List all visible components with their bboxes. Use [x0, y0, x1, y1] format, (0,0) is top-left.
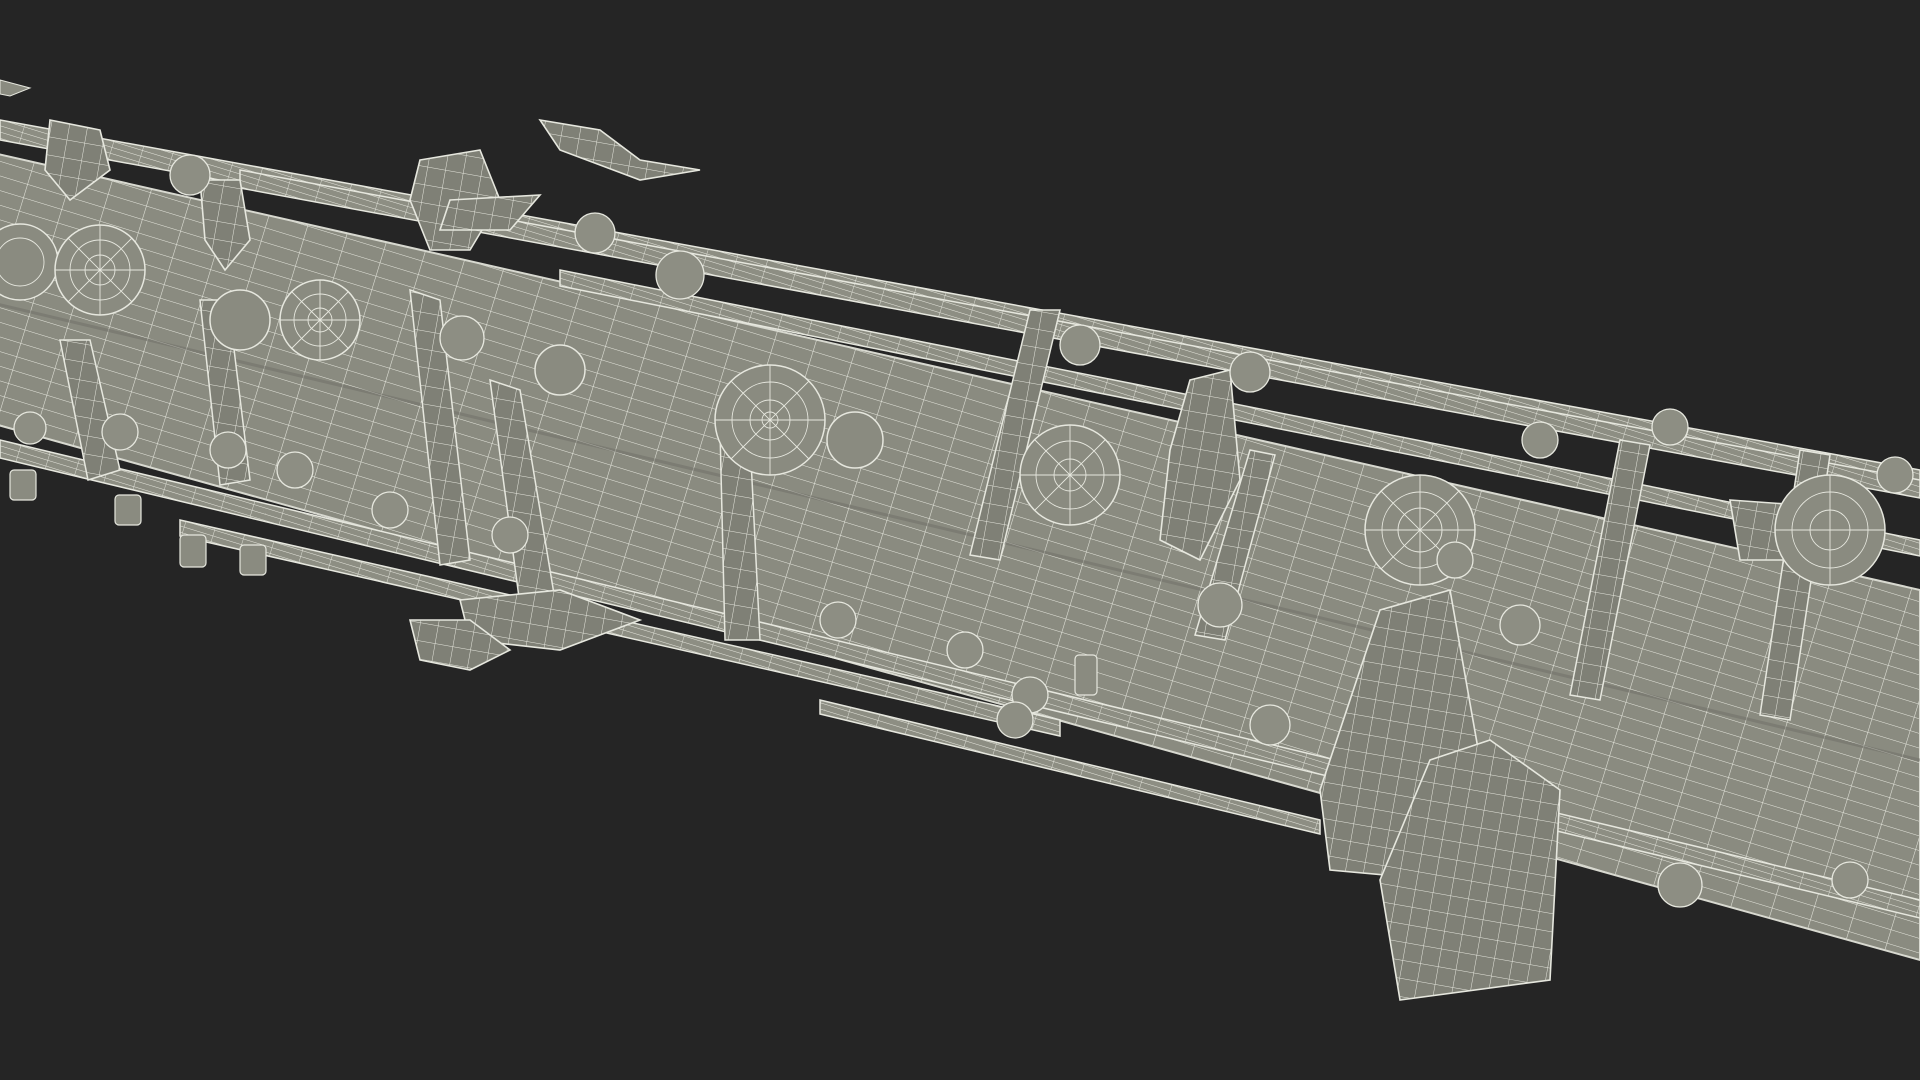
render-viewport — [0, 0, 1920, 1080]
upper-left-tip — [0, 79, 32, 97]
instrument-wireframe-render — [0, 79, 1920, 1001]
